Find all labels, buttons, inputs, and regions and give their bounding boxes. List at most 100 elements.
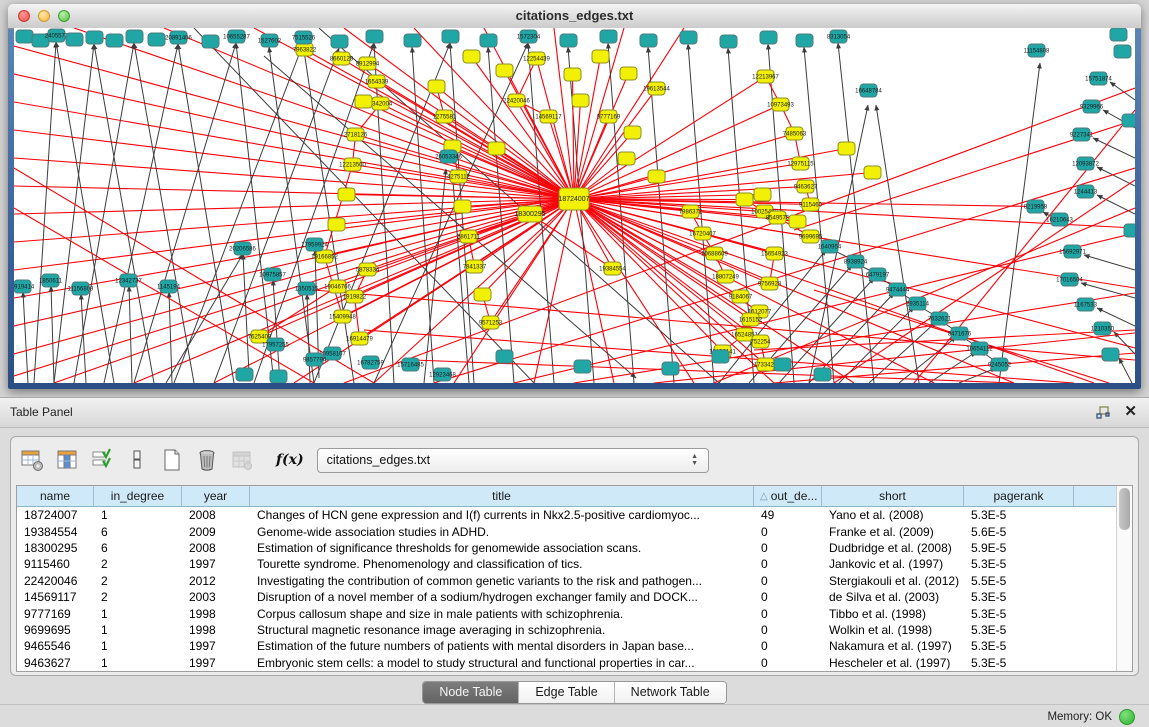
graph-node[interactable]: [838, 142, 855, 155]
graph-node[interactable]: [236, 368, 253, 381]
graph-node[interactable]: [106, 34, 123, 47]
table-row[interactable]: 946554611997Estimation of the future num…: [17, 638, 1117, 654]
graph-node[interactable]: [1124, 224, 1135, 237]
float-panel-icon[interactable]: [1096, 406, 1110, 419]
graph-node[interactable]: [86, 31, 103, 44]
graph-node[interactable]: [680, 31, 697, 44]
table-row[interactable]: 1830029562008Estimation of significance …: [17, 540, 1117, 556]
table-cell: 5.3E-5: [964, 590, 1074, 604]
graph-node[interactable]: [474, 288, 491, 301]
graph-node[interactable]: [202, 35, 219, 48]
function-builder-button[interactable]: f(x): [276, 452, 304, 468]
scrollbar-thumb[interactable]: [1119, 488, 1130, 530]
table-row[interactable]: 1456911722003Disruption of a novel membe…: [17, 589, 1117, 605]
graph-node[interactable]: [774, 358, 791, 371]
graph-node[interactable]: [662, 362, 679, 375]
graph-node[interactable]: [564, 68, 581, 81]
table-mode-button[interactable]: [19, 447, 45, 473]
tab-edge-table[interactable]: Edge Table: [519, 682, 614, 703]
graph-node-label: 19166852: [311, 255, 338, 261]
graph-node[interactable]: [1102, 348, 1119, 361]
graph-node[interactable]: [712, 350, 729, 363]
table-row[interactable]: 1872400712008Changes of HCN gene express…: [17, 507, 1117, 523]
graph-node[interactable]: [796, 34, 813, 47]
graph-node[interactable]: [760, 31, 777, 44]
graph-node[interactable]: [640, 34, 657, 47]
show-columns-button[interactable]: [54, 447, 80, 473]
graph-node[interactable]: [1110, 28, 1127, 41]
graph-node[interactable]: [600, 30, 617, 43]
table-cell: 14569117: [17, 590, 94, 604]
column-label: pagerank: [993, 489, 1043, 503]
graph-node-label: 7986372: [679, 210, 703, 216]
graph-node[interactable]: [404, 34, 421, 47]
table-cell: 0: [754, 656, 822, 670]
graph-node[interactable]: [736, 193, 753, 206]
close-panel-icon[interactable]: ✕: [1124, 404, 1137, 420]
graph-node[interactable]: [648, 170, 665, 183]
table-selector-dropdown[interactable]: citations_edges.txt ▲▼: [317, 448, 709, 473]
new-column-button[interactable]: [124, 447, 150, 473]
table-scrollbar[interactable]: [1116, 486, 1132, 671]
graph-node[interactable]: [488, 142, 505, 155]
table-row[interactable]: 969969511998Structural magnetic resonanc…: [17, 622, 1117, 638]
table-cell: 9465546: [17, 639, 94, 653]
graph-node[interactable]: [480, 34, 497, 47]
graph-node[interactable]: [572, 94, 589, 107]
graph-node[interactable]: [1122, 114, 1135, 127]
graph-node[interactable]: [814, 368, 831, 381]
table-row[interactable]: 911546021997Tourette syndrome. Phenomeno…: [17, 556, 1117, 572]
graph-node[interactable]: [463, 50, 480, 63]
graph-node[interactable]: [618, 152, 635, 165]
column-header-short[interactable]: short: [822, 486, 964, 506]
column-header-in_degree[interactable]: in_degree: [94, 486, 182, 506]
column-header-pagerank[interactable]: pagerank: [964, 486, 1074, 506]
tab-node-table[interactable]: Node Table: [423, 682, 519, 703]
graph-node[interactable]: [574, 360, 591, 373]
graph-node[interactable]: [355, 95, 372, 108]
close-window-button[interactable]: [18, 10, 30, 22]
table-row[interactable]: 946362711997Embryonic stem cells: a mode…: [17, 655, 1117, 671]
import-table-button[interactable]: [229, 447, 255, 473]
select-columns-button[interactable]: [89, 447, 115, 473]
column-header-out_de[interactable]: △out_de...: [754, 486, 822, 506]
trash-icon[interactable]: [194, 447, 220, 473]
network-canvas[interactable]: 1872400718300295796382286601288912994165…: [14, 28, 1135, 383]
graph-node[interactable]: [720, 35, 737, 48]
graph-edge: [51, 286, 54, 383]
graph-node[interactable]: [454, 200, 471, 213]
graph-node[interactable]: [496, 64, 513, 77]
new-document-button[interactable]: [159, 447, 185, 473]
graph-node[interactable]: [366, 30, 383, 43]
graph-node[interactable]: [864, 166, 881, 179]
graph-node[interactable]: [789, 215, 806, 228]
table-row[interactable]: 977716911998Corpus callosum shape and si…: [17, 605, 1117, 621]
graph-node[interactable]: [624, 126, 641, 139]
zoom-window-button[interactable]: [58, 10, 70, 22]
tab-network-table[interactable]: Network Table: [615, 682, 726, 703]
graph-node[interactable]: [1114, 45, 1131, 58]
column-header-name[interactable]: name: [17, 486, 94, 506]
graph-node[interactable]: [126, 30, 143, 43]
graph-node[interactable]: [16, 30, 33, 43]
window-titlebar[interactable]: citations_edges.txt: [8, 4, 1141, 29]
graph-node[interactable]: [428, 80, 445, 93]
graph-node[interactable]: [338, 188, 355, 201]
column-header-title[interactable]: title: [250, 486, 754, 506]
graph-node[interactable]: [592, 50, 609, 63]
graph-node[interactable]: [560, 34, 577, 47]
table-row[interactable]: 1938455462009Genome-wide association stu…: [17, 523, 1117, 539]
graph-node-label: 12975115: [787, 162, 814, 168]
graph-node[interactable]: [496, 350, 513, 363]
graph-node[interactable]: [754, 188, 771, 201]
graph-node[interactable]: [620, 67, 637, 80]
graph-node[interactable]: [270, 370, 287, 383]
graph-node[interactable]: [442, 30, 459, 43]
graph-node[interactable]: [66, 33, 83, 46]
graph-node[interactable]: [331, 35, 348, 48]
column-header-year[interactable]: year: [182, 486, 250, 506]
graph-node[interactable]: [148, 33, 165, 46]
table-row[interactable]: 2242004622012Investigating the contribut…: [17, 573, 1117, 589]
minimize-window-button[interactable]: [38, 10, 50, 22]
graph-node[interactable]: [328, 218, 345, 231]
